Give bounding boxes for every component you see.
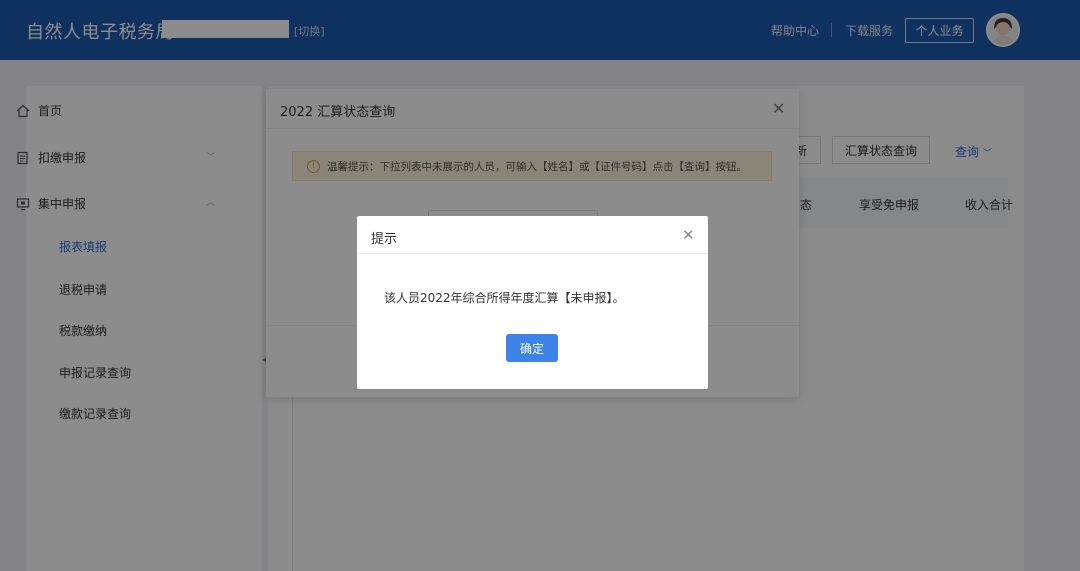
confirm-button[interactable]: 确定 — [506, 334, 558, 362]
alert-message: 该人员2022年综合所得年度汇算【未申报】。 — [384, 291, 625, 305]
close-icon[interactable]: ✕ — [682, 226, 695, 244]
alert-dialog: 提示 ✕ 该人员2022年综合所得年度汇算【未申报】。 确定 — [357, 216, 708, 389]
alert-header: 提示 ✕ — [357, 216, 708, 254]
alert-title: 提示 — [371, 232, 398, 247]
